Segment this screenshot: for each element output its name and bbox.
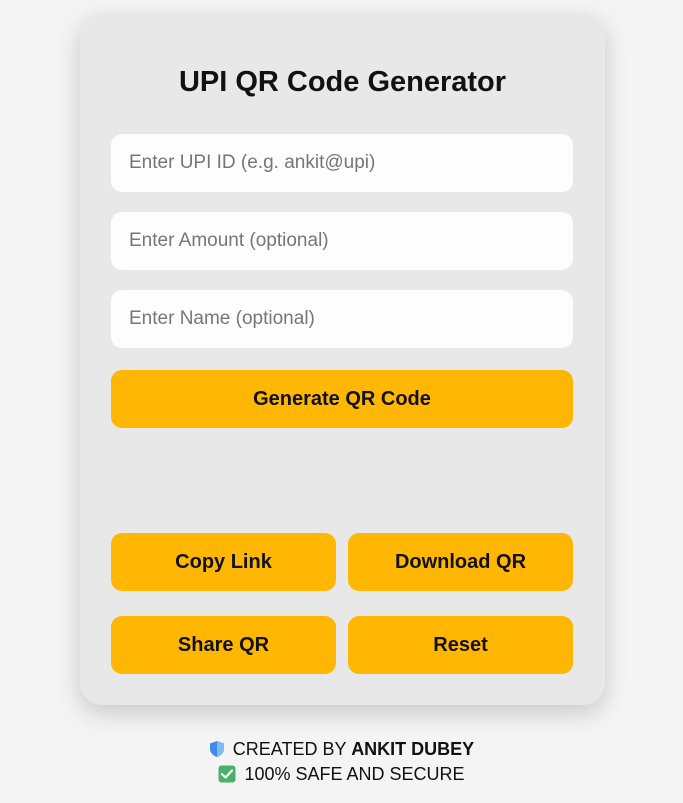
copy-link-button[interactable]: Copy Link [111,533,336,591]
footer-credit: CREATED BY ANKIT DUBEY [0,739,683,763]
reset-button[interactable]: Reset [348,616,573,674]
name-input[interactable] [111,290,573,348]
generator-card: UPI QR Code Generator Generate QR Code C… [80,14,605,705]
upi-id-input[interactable] [111,134,573,192]
check-box-icon [218,765,236,788]
created-by-label: CREATED BY [232,739,347,759]
download-qr-button[interactable]: Download QR [348,533,573,591]
safe-secure-text: 100% SAFE AND SECURE [244,764,465,784]
generate-qr-button[interactable]: Generate QR Code [111,370,573,428]
amount-input[interactable] [111,212,573,270]
page-title: UPI QR Code Generator [178,66,507,98]
author-name: ANKIT DUBEY [351,739,475,759]
share-qr-button[interactable]: Share QR [111,616,336,674]
footer-safety: 100% SAFE AND SECURE [0,764,683,788]
shield-icon [209,740,225,763]
